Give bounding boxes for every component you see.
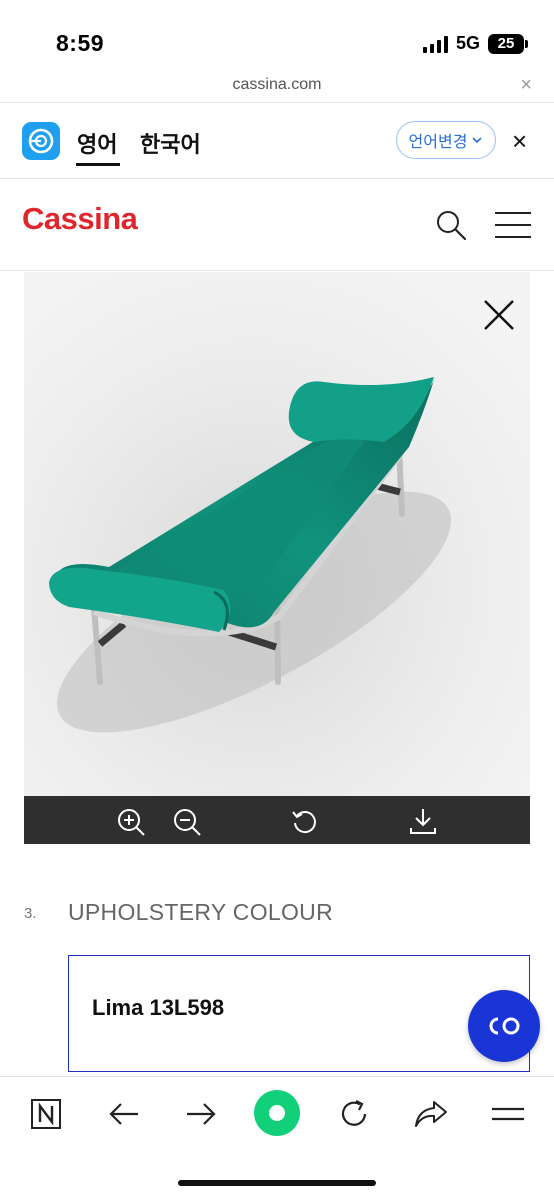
chat-icon xyxy=(489,1017,520,1035)
close-viewer-icon[interactable] xyxy=(482,298,516,337)
section-title[interactable]: UPHOLSTERY COLOUR xyxy=(68,899,333,926)
menu-icon[interactable] xyxy=(494,210,532,245)
tab-target-language[interactable]: 한국어 xyxy=(140,127,201,159)
translate-close-button[interactable]: × xyxy=(512,126,527,157)
change-language-button[interactable]: 언어변경 xyxy=(396,121,496,159)
url-text[interactable]: cassina.com xyxy=(0,76,554,94)
battery-level: 25 xyxy=(497,35,515,52)
search-icon[interactable] xyxy=(434,208,468,247)
tab-source-language[interactable]: 영어 xyxy=(77,127,117,159)
back-arrow-icon[interactable] xyxy=(104,1094,144,1134)
menu-lines-icon[interactable] xyxy=(488,1094,528,1134)
reload-icon[interactable] xyxy=(334,1094,374,1134)
chat-button[interactable] xyxy=(468,990,540,1062)
viewer-toolbar xyxy=(24,796,530,844)
brand-logo[interactable]: Cassina xyxy=(22,201,138,237)
active-tab-indicator xyxy=(76,163,120,166)
rotate-icon[interactable] xyxy=(290,807,320,842)
zoom-in-icon[interactable] xyxy=(116,807,146,842)
share-icon[interactable] xyxy=(411,1094,451,1134)
section-number: 3. xyxy=(24,905,37,922)
sofa-image xyxy=(24,272,530,796)
url-close-button[interactable]: × xyxy=(520,74,532,97)
divider xyxy=(0,270,554,271)
home-indicator xyxy=(178,1180,376,1186)
status-indicators: 5G 25 xyxy=(422,33,528,54)
translate-logo-icon xyxy=(22,122,60,160)
product-image-viewer[interactable] xyxy=(24,272,530,796)
home-dot-icon[interactable] xyxy=(254,1090,300,1136)
network-type: 5G xyxy=(455,33,480,53)
divider xyxy=(0,178,554,179)
change-language-label: 언어변경 xyxy=(408,134,468,151)
notion-icon[interactable] xyxy=(26,1094,66,1134)
forward-arrow-icon[interactable] xyxy=(181,1094,221,1134)
battery-icon: 25 xyxy=(488,33,528,54)
status-time: 8:59 xyxy=(56,30,105,56)
chevron-down-icon xyxy=(472,137,483,144)
signal-icon xyxy=(422,35,448,53)
selected-colour: Lima 13L598 xyxy=(92,995,225,1020)
divider xyxy=(0,102,554,103)
zoom-out-icon[interactable] xyxy=(172,807,202,842)
download-icon[interactable] xyxy=(408,806,438,841)
